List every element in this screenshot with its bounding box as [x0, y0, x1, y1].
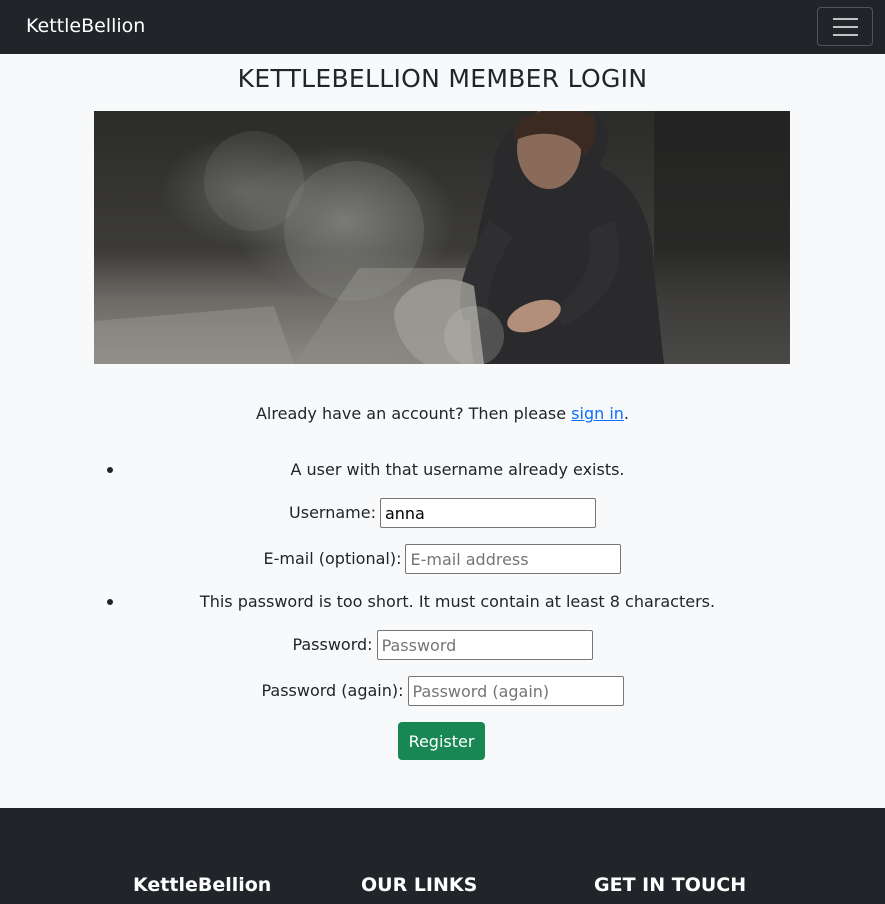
register-button[interactable]: Register	[398, 722, 485, 760]
username-row: Username:	[0, 498, 885, 528]
username-input[interactable]	[379, 498, 596, 528]
site-footer: KettleBellion OUR LINKS GET IN TOUCH	[0, 808, 885, 904]
hero-image	[94, 111, 790, 364]
username-error: A user with that username already exists…	[0, 459, 885, 483]
signin-link[interactable]: sign in	[571, 404, 624, 423]
footer-links-heading: OUR LINKS	[361, 874, 478, 896]
top-navbar: KettleBellion	[0, 0, 885, 54]
footer-contact-heading: GET IN TOUCH	[594, 874, 747, 896]
signin-prompt-text: Already have an account? Then please	[255, 404, 572, 423]
signin-prompt: Already have an account? Then please sig…	[0, 403, 885, 425]
password-again-row: Password (again):	[0, 676, 885, 706]
password-again-label: Password (again):	[261, 681, 404, 700]
navbar-toggle-button[interactable]	[817, 7, 873, 46]
footer-brand: KettleBellion	[133, 874, 272, 896]
password-label: Password:	[292, 635, 373, 654]
password-input[interactable]	[376, 630, 593, 660]
email-label: E-mail (optional):	[263, 549, 402, 568]
username-label: Username:	[289, 503, 376, 522]
password-error: This password is too short. It must cont…	[0, 591, 885, 615]
email-row: E-mail (optional):	[0, 544, 885, 574]
password-row: Password:	[0, 630, 885, 660]
password-again-input[interactable]	[407, 676, 624, 706]
navbar-brand-link[interactable]: KettleBellion	[26, 13, 145, 39]
password-error-text: This password is too short. It must cont…	[199, 592, 716, 611]
username-error-text: A user with that username already exists…	[290, 460, 625, 479]
signin-prompt-suffix: .	[623, 404, 629, 423]
page-title: KETTLEBELLION MEMBER LOGIN	[237, 64, 648, 93]
email-input[interactable]	[405, 544, 622, 574]
